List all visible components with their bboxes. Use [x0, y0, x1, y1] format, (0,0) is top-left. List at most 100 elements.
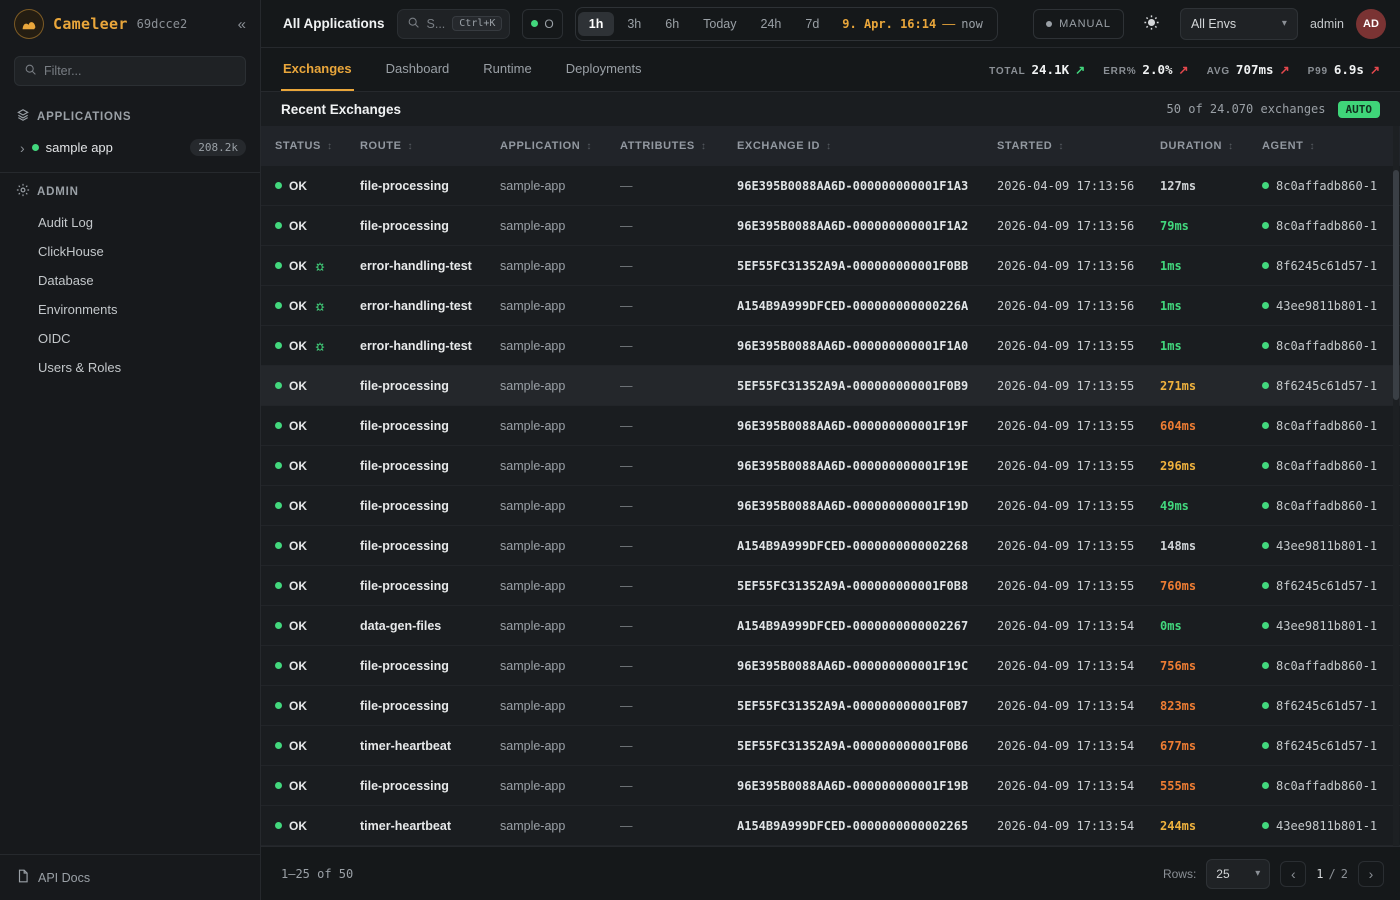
prev-page-button[interactable]: ‹: [1280, 861, 1306, 887]
auto-refresh-badge[interactable]: AUTO: [1338, 101, 1381, 118]
table-row[interactable]: OK file-processing sample-app — 96E395B0…: [261, 206, 1400, 246]
gear-icon: [16, 183, 30, 200]
agent-id: 8c0affadb860-1: [1276, 459, 1377, 473]
application-cell: sample-app: [500, 339, 620, 353]
row-range-label: 1–25 of 50: [281, 867, 353, 881]
table-row[interactable]: OK data-gen-files sample-app — A154B9A99…: [261, 606, 1400, 646]
attributes-cell: —: [620, 299, 737, 313]
sidebar-item-audit-log[interactable]: Audit Log: [0, 208, 260, 237]
tab-runtime[interactable]: Runtime: [481, 48, 533, 91]
duration-cell: 49ms: [1160, 499, 1262, 513]
column-header-status[interactable]: STATUS↕: [275, 140, 360, 152]
application-cell: sample-app: [500, 419, 620, 433]
table-row[interactable]: OK file-processing sample-app — 96E395B0…: [261, 486, 1400, 526]
started-cell: 2026-04-09 17:13:55: [997, 379, 1160, 393]
scrollbar-thumb[interactable]: [1393, 170, 1399, 400]
sort-icon: ↕: [1228, 141, 1234, 152]
range-button-24h[interactable]: 24h: [750, 12, 793, 36]
scrollbar[interactable]: [1393, 126, 1399, 846]
table-row[interactable]: OK file-processing sample-app — 96E395B0…: [261, 446, 1400, 486]
exchange-id-cell: 5EF55FC31352A9A-000000000001F0B6: [737, 739, 997, 753]
table-row[interactable]: OK file-processing sample-app — 96E395B0…: [261, 166, 1400, 206]
layers-icon: [16, 108, 30, 125]
table-row[interactable]: OK file-processing sample-app — 5EF55FC3…: [261, 686, 1400, 726]
column-header-started[interactable]: STARTED↕: [997, 140, 1160, 152]
table-row[interactable]: OK error-handling-test sample-app — 5EF5…: [261, 246, 1400, 286]
column-label: APPLICATION: [500, 140, 580, 152]
status-ok-dot: [275, 502, 282, 509]
manual-refresh-button[interactable]: MANUAL: [1033, 9, 1124, 39]
sort-icon: ↕: [586, 141, 592, 152]
route-cell: error-handling-test: [360, 339, 500, 353]
table-row[interactable]: OK file-processing sample-app — 5EF55FC3…: [261, 366, 1400, 406]
table-row[interactable]: OK timer-heartbeat sample-app — 5EF55FC3…: [261, 726, 1400, 766]
env-select[interactable]: All Envs ▾: [1180, 8, 1298, 40]
range-button-3h[interactable]: 3h: [616, 12, 652, 36]
table-row[interactable]: OK file-processing sample-app — 96E395B0…: [261, 646, 1400, 686]
agent-cell: 8c0affadb860-1: [1262, 179, 1400, 193]
range-button-7d[interactable]: 7d: [794, 12, 830, 36]
column-label: ROUTE: [360, 140, 402, 152]
range-button-today[interactable]: Today: [692, 12, 747, 36]
table-row[interactable]: OK file-processing sample-app — 96E395B0…: [261, 766, 1400, 806]
sidebar-item-sample-app[interactable]: › sample app 208.2k: [0, 133, 260, 162]
sidebar-item-database[interactable]: Database: [0, 266, 260, 295]
sidebar-item-oidc[interactable]: OIDC: [0, 324, 260, 353]
next-page-button[interactable]: ›: [1358, 861, 1384, 887]
status-ok-dot: [275, 382, 282, 389]
main-area: All Applications S... Ctrl+K O 1h3h6hTod…: [261, 0, 1400, 900]
sidebar-filter[interactable]: [14, 56, 246, 86]
trend-up-icon: ↗: [1179, 63, 1189, 77]
date-range-display[interactable]: 9. Apr. 16:14 — now: [830, 16, 995, 31]
live-toggle[interactable]: O: [522, 9, 562, 39]
status-cell: OK: [275, 819, 360, 833]
tab-dashboard[interactable]: Dashboard: [384, 48, 452, 91]
status-label: OK: [289, 739, 307, 753]
table-row[interactable]: OK timer-heartbeat sample-app — A154B9A9…: [261, 806, 1400, 846]
column-header-duration[interactable]: DURATION↕: [1160, 140, 1262, 152]
topbar-right-cluster: MANUAL All Envs ▾ admin AD: [1033, 8, 1386, 40]
tab-exchanges[interactable]: Exchanges: [281, 48, 354, 91]
attributes-cell: —: [620, 379, 737, 393]
agent-cell: 8c0affadb860-1: [1262, 499, 1400, 513]
application-cell: sample-app: [500, 259, 620, 273]
table-row[interactable]: OK file-processing sample-app — A154B9A9…: [261, 526, 1400, 566]
agent-id: 43ee9811b801-1: [1276, 619, 1377, 633]
duration-cell: 79ms: [1160, 219, 1262, 233]
api-docs-link[interactable]: API Docs: [0, 854, 260, 900]
range-button-1h[interactable]: 1h: [578, 12, 615, 36]
bug-icon: [314, 340, 326, 352]
tab-deployments[interactable]: Deployments: [564, 48, 644, 91]
table-row[interactable]: OK file-processing sample-app — 5EF55FC3…: [261, 566, 1400, 606]
duration-cell: 296ms: [1160, 459, 1262, 473]
sidebar-item-users-roles[interactable]: Users & Roles: [0, 353, 260, 382]
agent-cell: 8f6245c61d57-1: [1262, 739, 1400, 753]
pagination-controls: Rows: 25 ▾ ‹ 1 / 2 ›: [1163, 859, 1384, 889]
status-cell: OK: [275, 339, 360, 353]
filter-input[interactable]: [44, 64, 236, 78]
status-label: OK: [289, 219, 307, 233]
theme-toggle-button[interactable]: [1136, 9, 1168, 39]
table-row[interactable]: OK file-processing sample-app — 96E395B0…: [261, 406, 1400, 446]
agent-status-dot: [1262, 702, 1269, 709]
sidebar-item-clickhouse[interactable]: ClickHouse: [0, 237, 260, 266]
column-header-exchange-id[interactable]: EXCHANGE ID↕: [737, 140, 997, 152]
agent-status-dot: [1262, 582, 1269, 589]
column-header-application[interactable]: APPLICATION ↕: [500, 140, 620, 152]
rows-per-page-select[interactable]: 25 ▾: [1206, 859, 1270, 889]
chevron-right-icon[interactable]: ›: [20, 140, 25, 156]
table-row[interactable]: OK error-handling-test sample-app — 96E3…: [261, 326, 1400, 366]
agent-status-dot: [1262, 622, 1269, 629]
global-search-input[interactable]: S... Ctrl+K: [397, 9, 511, 39]
sidebar-item-environments[interactable]: Environments: [0, 295, 260, 324]
collapse-sidebar-icon[interactable]: «: [238, 16, 246, 33]
avatar[interactable]: AD: [1356, 9, 1386, 39]
column-header-attributes[interactable]: ATTRIBUTES↕: [620, 140, 737, 152]
column-header-route[interactable]: ROUTE↕: [360, 140, 500, 152]
column-header-agent[interactable]: AGENT↕: [1262, 140, 1400, 152]
table-row[interactable]: OK error-handling-test sample-app — A154…: [261, 286, 1400, 326]
search-shortcut-badge: Ctrl+K: [452, 16, 502, 31]
range-button-6h[interactable]: 6h: [654, 12, 690, 36]
started-cell: 2026-04-09 17:13:54: [997, 819, 1160, 833]
started-cell: 2026-04-09 17:13:54: [997, 779, 1160, 793]
